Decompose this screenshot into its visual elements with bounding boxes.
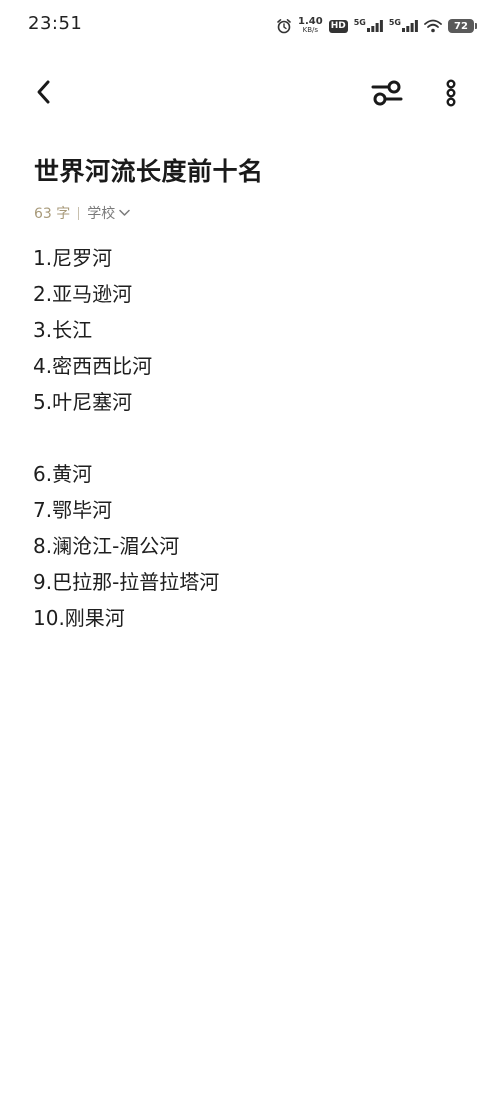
folder-selector[interactable]: 学校 xyxy=(87,203,131,223)
signal-icon: 5G xyxy=(353,17,383,32)
word-count: 63 字 xyxy=(34,206,71,222)
note-line[interactable]: 7.鄂毕河 xyxy=(33,492,473,528)
folder-label: 学校 xyxy=(87,206,116,222)
battery-level: 72 xyxy=(454,20,468,32)
net-speed-value: 1.40 xyxy=(298,16,323,27)
hd-icon: HD xyxy=(328,19,348,33)
note-title[interactable]: 世界河流长度前十名 xyxy=(34,152,264,188)
note-line[interactable]: 6.黄河 xyxy=(33,456,473,492)
note-line[interactable]: 8.澜沧江-湄公河 xyxy=(33,528,473,564)
net-speed-unit: KB/s xyxy=(302,26,319,34)
back-button[interactable] xyxy=(30,80,58,108)
status-time: 23:51 xyxy=(28,13,83,34)
chevron-left-icon xyxy=(35,79,53,109)
toolbar xyxy=(0,70,500,120)
filter-button[interactable] xyxy=(370,80,404,110)
status-bar: 23:51 1.40 KB/s HD 5G 5G 72 xyxy=(0,0,500,50)
net-speed: 1.40 KB/s xyxy=(298,16,323,35)
meta-divider xyxy=(78,206,80,220)
signal-icon: 5G xyxy=(388,17,418,32)
status-icons: 1.40 KB/s HD 5G 5G 72 xyxy=(276,14,477,38)
note-line[interactable]: 10.刚果河 xyxy=(33,600,473,636)
wifi-icon xyxy=(424,19,442,33)
note-line-blank[interactable] xyxy=(33,420,473,456)
sim2-network-label: 5G xyxy=(388,17,401,27)
vertical-dots-icon xyxy=(445,79,457,111)
note-line[interactable]: 1.尼罗河 xyxy=(33,240,473,276)
more-button[interactable] xyxy=(438,79,464,111)
note-line[interactable]: 2.亚马逊河 xyxy=(33,276,473,312)
battery-icon: 72 xyxy=(448,19,477,33)
sim1-network-label: 5G xyxy=(353,17,366,27)
note-body[interactable]: 1.尼罗河 2.亚马逊河 3.长江 4.密西西比河 5.叶尼塞河 6.黄河 7.… xyxy=(33,240,473,636)
note-line[interactable]: 4.密西西比河 xyxy=(33,348,473,384)
note-meta: 63 字 学校 xyxy=(34,203,131,223)
hd-label: HD xyxy=(328,19,348,33)
note-line[interactable]: 9.巴拉那-拉普拉塔河 xyxy=(33,564,473,600)
chevron-down-icon xyxy=(115,205,131,221)
alarm-icon xyxy=(276,18,292,34)
note-line[interactable]: 3.长江 xyxy=(33,312,473,348)
sliders-icon xyxy=(370,79,404,111)
note-line[interactable]: 5.叶尼塞河 xyxy=(33,384,473,420)
